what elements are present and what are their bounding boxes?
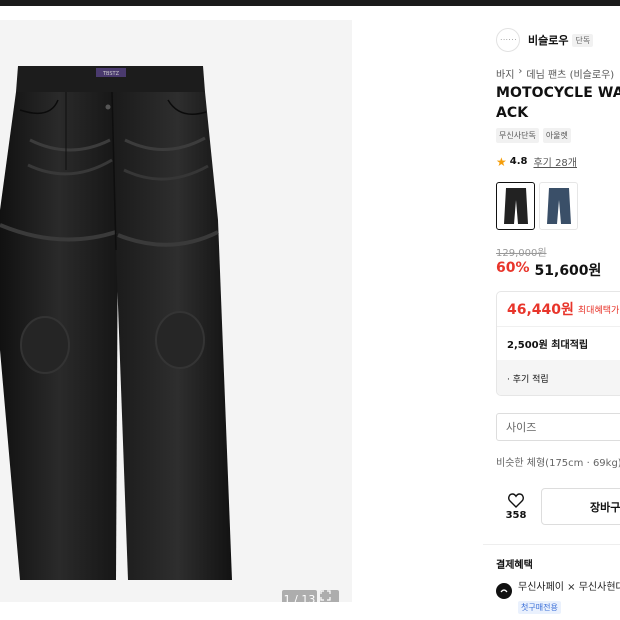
points-row: 2,500원 최대적립 (497, 326, 620, 360)
rating: ★ 4.8 후기 28개 (496, 154, 577, 170)
first-purchase-chip: 첫구매전용 (518, 601, 561, 614)
swatch-blue[interactable] (539, 182, 578, 230)
discount-rate: 60% (496, 260, 530, 276)
expand-button[interactable] (320, 590, 339, 602)
brand-badge: 단독 (572, 33, 594, 47)
swatch-black[interactable] (496, 182, 535, 230)
breadcrumb-item-category[interactable]: 바지 (496, 66, 514, 81)
similar-body-text: 비슷한 체형(175cm · 69kg)은 (496, 458, 620, 469)
jeans-image: TBSTZ (0, 66, 232, 580)
rating-score: 4.8 (509, 156, 528, 167)
like-count: 358 (505, 510, 527, 521)
size-select[interactable]: 사이즈 (496, 413, 620, 441)
max-benefit-label: 최대혜택가 (577, 305, 620, 316)
product-title-line-1: MOTOCYCLE WAS (496, 85, 620, 101)
product-tags: 무신사단독 아울렛 (496, 128, 571, 143)
brand-name[interactable]: 비슬로우 (528, 32, 568, 48)
color-swatches (496, 182, 578, 230)
brand-logo[interactable]: · · · · · · (496, 28, 520, 52)
max-benefit-price: 46,440원 (507, 302, 574, 318)
payment-benefits-title: 결제혜택 (496, 560, 533, 571)
chevron-right-icon: › (518, 66, 523, 77)
divider (483, 544, 620, 545)
add-to-cart-button[interactable]: 장바구니 (541, 488, 620, 525)
payment-benefit-text: 무신사페이 × 무신사현대카드 (518, 582, 620, 593)
like-button[interactable]: 358 (496, 487, 536, 527)
product-title-line-2: ACK (496, 105, 529, 121)
benefit-box[interactable]: 46,440원 최대혜택가 2,500원 최대적립 · 후기 적립 (496, 291, 620, 396)
tag-exclusive: 무신사단독 (496, 128, 539, 143)
waistband-label: TBSTZ (102, 71, 120, 77)
brand-row[interactable]: · · · · · · 비슬로우 단독 (496, 28, 620, 52)
sale-price: 51,600원 (534, 263, 602, 279)
original-price: 129,000원 (496, 248, 547, 259)
sale-price-row: 60% 51,600원 (496, 260, 601, 280)
image-counter: 1 / 13 (282, 590, 317, 602)
tag-outlet: 아울렛 (542, 128, 571, 143)
size-select-placeholder: 사이즈 (506, 421, 537, 434)
top-bar (0, 0, 620, 6)
musinsa-pay-icon (496, 583, 512, 599)
product-image-gallery[interactable]: TBSTZ 1 / 13 (0, 20, 352, 602)
jeans-thumbnail-blue (546, 188, 571, 224)
breadcrumb: 바지 › 데님 팬츠 (비슬로우) (496, 66, 614, 81)
jeans-thumbnail-black (503, 188, 528, 224)
expand-icon (320, 590, 331, 601)
review-points-row: · 후기 적립 (497, 360, 620, 395)
heart-icon (508, 493, 524, 508)
product-info-panel: · · · · · · 비슬로우 단독 바지 › 데님 팬츠 (비슬로우) MO… (483, 20, 620, 620)
max-benefit-row: 46,440원 최대혜택가 (497, 292, 620, 326)
reviews-link[interactable]: 후기 28개 (533, 154, 577, 169)
star-icon: ★ (496, 154, 507, 169)
product-title: MOTOCYCLE WAS ACK (496, 83, 620, 123)
payment-benefit-item[interactable]: 무신사페이 × 무신사현대카드 첫구매전용 (496, 581, 620, 614)
breadcrumb-item-subcategory[interactable]: 데님 팬츠 (비슬로우) (526, 66, 614, 81)
